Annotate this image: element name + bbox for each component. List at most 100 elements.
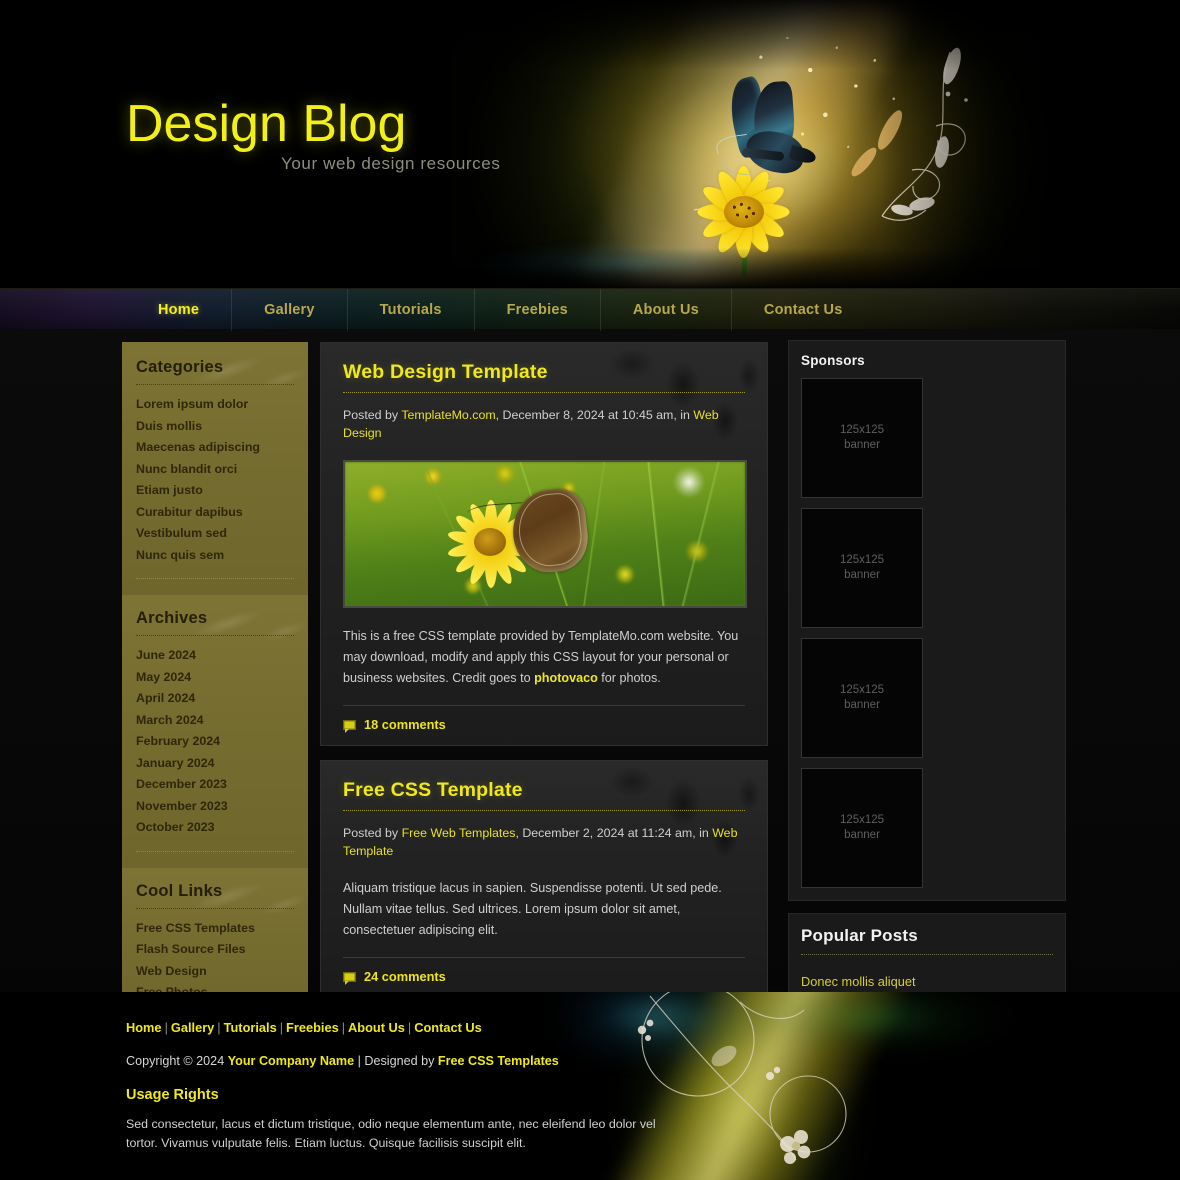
designer-name[interactable]: Free CSS Templates — [438, 1054, 559, 1068]
category-link[interactable]: Vestibulum sed — [136, 523, 294, 545]
site-logo[interactable]: Design Blog Your web design resources — [126, 96, 500, 174]
nav-item-home[interactable]: Home — [126, 289, 233, 331]
post-author-link[interactable]: Free Web Templates — [402, 826, 516, 840]
archive-link[interactable]: February 2024 — [136, 731, 294, 753]
header-vignette-top — [0, 0, 1180, 70]
footer-copyright: Copyright © 2024 Your Company Name | Des… — [126, 1054, 686, 1068]
archive-link[interactable]: May 2024 — [136, 667, 294, 689]
category-link[interactable]: Nunc blandit orci — [136, 459, 294, 481]
archive-link[interactable]: January 2024 — [136, 753, 294, 775]
sponsor-banner[interactable]: 125x125 banner — [801, 638, 923, 758]
nav-item-gallery[interactable]: Gallery — [232, 289, 348, 331]
sponsor-banner[interactable]: 125x125 banner — [801, 508, 923, 628]
left-sidebar: Categories Lorem ipsum dolor Duis mollis M… — [122, 330, 308, 992]
post-title[interactable]: Web Design Template — [343, 361, 745, 384]
post-body-link[interactable]: photovaco — [534, 671, 598, 685]
category-link[interactable]: Etiam justo — [136, 480, 294, 502]
butterfly-antenna-lower — [721, 152, 751, 176]
footer-link-separator: | — [279, 1020, 284, 1035]
popular-posts-widget: Popular Posts Donec mollis aliquetAuthor… — [788, 913, 1066, 992]
post-body-text-end: for photos. — [597, 671, 661, 685]
comments-link[interactable]: 24 comments — [364, 969, 446, 984]
archive-link[interactable]: March 2024 — [136, 710, 294, 732]
navigation-list: Home Gallery Tutorials Freebies About Us Cont… — [126, 289, 874, 331]
usage-rights-title: Usage Rights — [126, 1087, 219, 1103]
category-link[interactable]: Nunc quis sem — [136, 545, 294, 567]
nav-item-about-us[interactable]: About Us — [601, 289, 732, 331]
cool-link[interactable]: Free CSS Templates — [136, 918, 294, 940]
posted-by-label: Posted by — [343, 826, 402, 840]
popular-post-item: Donec mollis aliquetAuthor name - Oct 21… — [801, 966, 1053, 992]
category-link[interactable]: Maecenas adipiscing — [136, 437, 294, 459]
sponsors-widget: Sponsors 125x125 banner 125x125 banner 125x1… — [788, 340, 1066, 901]
categories-title: Categories — [136, 358, 224, 376]
comment-bubble-icon — [343, 719, 356, 733]
footer-link-freebies[interactable]: Freebies — [286, 1020, 339, 1035]
category-link[interactable]: Lorem ipsum dolor — [136, 394, 294, 416]
popular-posts-title: Popular Posts — [801, 926, 918, 945]
nav-item-freebies[interactable]: Freebies — [475, 289, 601, 331]
banner-label: banner — [844, 569, 880, 581]
nav-item-tutorials[interactable]: Tutorials — [348, 289, 475, 331]
posts-column: Web Design Template Posted by TemplateMo.… — [308, 330, 778, 992]
divider — [136, 907, 294, 909]
divider — [136, 635, 294, 636]
banner-label: banner — [844, 699, 880, 711]
cool-links-title: Cool Links — [136, 881, 223, 900]
post-title[interactable]: Free CSS Template — [343, 779, 745, 802]
page-body: Categories Lorem ipsum dolor Duis mollis M… — [0, 330, 1180, 992]
post-date: , December 2, 2024 at 11:24 am, in — [515, 826, 713, 840]
archive-link[interactable]: November 2023 — [136, 796, 294, 818]
footer-content: Home | Gallery | Tutorials | Freebies | About Us… — [126, 1020, 686, 1153]
sponsor-banner[interactable]: 125x125 banner — [801, 378, 923, 498]
footer-link-contact-us[interactable]: Contact Us — [414, 1020, 482, 1035]
comments-link[interactable]: 18 comments — [364, 717, 446, 732]
banner-size-label: 125x125 — [839, 554, 885, 566]
footer-link-gallery[interactable]: Gallery — [171, 1020, 214, 1035]
archive-link[interactable]: June 2024 — [136, 645, 294, 667]
footer-link-home[interactable]: Home — [126, 1020, 162, 1035]
sponsors-title: Sponsors — [801, 353, 865, 368]
comment-bubble-icon — [343, 971, 356, 985]
post-body: Aliquam tristique lacus in sapien. Suspe… — [343, 881, 722, 937]
post-image — [343, 460, 747, 608]
header-bottom-fade — [0, 248, 1180, 288]
post-author-link[interactable]: TemplateMo.com — [401, 408, 495, 422]
archive-link[interactable]: December 2023 — [136, 774, 294, 796]
logo-title: Design Blog — [126, 95, 407, 153]
footer-link-about-us[interactable]: About Us — [348, 1020, 405, 1035]
banner-size-label: 125x125 — [839, 684, 885, 696]
post-date: , December 8, 2024 at 10:45 am, in — [495, 408, 694, 422]
banner-size-label: 125x125 — [839, 814, 885, 826]
popular-posts-list: Donec mollis aliquetAuthor name - Oct 21… — [801, 966, 1053, 992]
footer-link-tutorials[interactable]: Tutorials — [224, 1020, 277, 1035]
cool-link[interactable]: Web Design — [136, 961, 294, 983]
categories-list: Lorem ipsum dolor Duis mollis Maecenas adi… — [136, 394, 294, 566]
company-name[interactable]: Your Company Name — [228, 1054, 354, 1068]
category-link[interactable]: Curabitur dapibus — [136, 502, 294, 524]
sponsor-banner[interactable]: 125x125 banner — [801, 768, 923, 888]
divider — [136, 384, 294, 385]
post-meta: Posted by TemplateMo.com, December 8, 20… — [343, 406, 745, 442]
cool-links-widget: Cool Links Free CSS Templates Flash Sourc… — [122, 867, 308, 992]
site-footer: Home | Gallery | Tutorials | Freebies | About Us… — [0, 992, 1180, 1180]
banner-label: banner — [844, 439, 880, 451]
nav-item-contact-us[interactable]: Contact Us — [732, 289, 875, 331]
category-link[interactable]: Duis mollis — [136, 416, 294, 438]
archive-link[interactable]: April 2024 — [136, 688, 294, 710]
footer-link-separator: | — [407, 1020, 412, 1035]
banner-size-label: 125x125 — [839, 424, 885, 436]
divider — [136, 578, 294, 579]
post-body: This is a free CSS template provided by … — [343, 626, 745, 689]
archive-link[interactable]: October 2023 — [136, 817, 294, 839]
butterfly-graphic — [702, 75, 842, 188]
divider — [136, 850, 294, 852]
cool-link[interactable]: Free Photos — [136, 982, 294, 992]
footer-link-separator: | — [164, 1020, 168, 1035]
cool-link[interactable]: Flash Source Files — [136, 939, 294, 961]
copyright-text: Copyright © 2024 — [126, 1054, 228, 1068]
divider — [343, 392, 745, 393]
content-columns: Categories Lorem ipsum dolor Duis mollis M… — [122, 330, 1066, 992]
usage-rights-text: Sed consectetur, lacus et dictum tristiq… — [126, 1117, 656, 1150]
popular-post-title[interactable]: Donec mollis aliquet — [801, 974, 1053, 989]
